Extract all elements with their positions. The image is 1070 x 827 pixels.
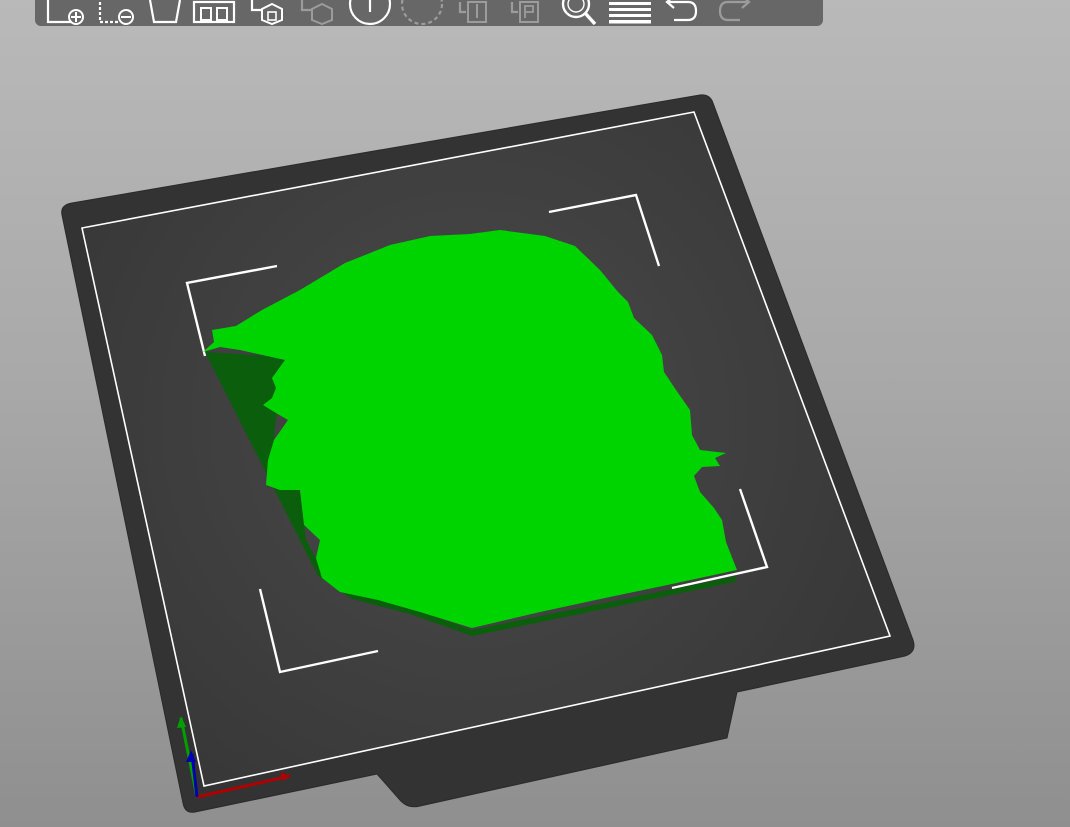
layers-editing-button[interactable]	[604, 0, 656, 26]
plater-scene[interactable]	[0, 0, 1070, 827]
split-objects-button[interactable]	[448, 0, 500, 26]
delete-all-icon	[148, 0, 182, 24]
redo-button[interactable]	[708, 0, 760, 26]
copy-button[interactable]	[240, 0, 292, 26]
3d-viewport[interactable]	[0, 0, 1070, 827]
undo-button[interactable]	[656, 0, 708, 26]
layers-editing-icon	[609, 2, 651, 24]
paste-icon	[300, 0, 333, 26]
redo-icon	[718, 0, 751, 22]
split-objects-icon	[458, 1, 487, 23]
add-object-icon	[46, 0, 84, 25]
paste-button[interactable]	[292, 0, 344, 26]
add-object-button[interactable]	[40, 0, 92, 26]
arrange-button[interactable]	[188, 0, 240, 26]
undo-icon	[665, 0, 698, 22]
add-instance-button[interactable]	[344, 0, 396, 26]
search-icon	[561, 0, 597, 26]
delete-all-button[interactable]	[144, 0, 188, 26]
remove-instance-icon	[400, 0, 444, 26]
split-parts-icon	[510, 1, 539, 23]
arrange-icon	[192, 0, 236, 24]
remove-object-icon	[98, 2, 134, 25]
copy-icon	[250, 0, 283, 26]
remove-object-button[interactable]	[92, 0, 144, 26]
remove-instance-button[interactable]	[396, 0, 448, 26]
main-toolbar	[35, 0, 823, 26]
split-parts-button[interactable]	[500, 0, 552, 26]
search-button[interactable]	[552, 0, 604, 26]
add-instance-icon	[348, 0, 392, 26]
